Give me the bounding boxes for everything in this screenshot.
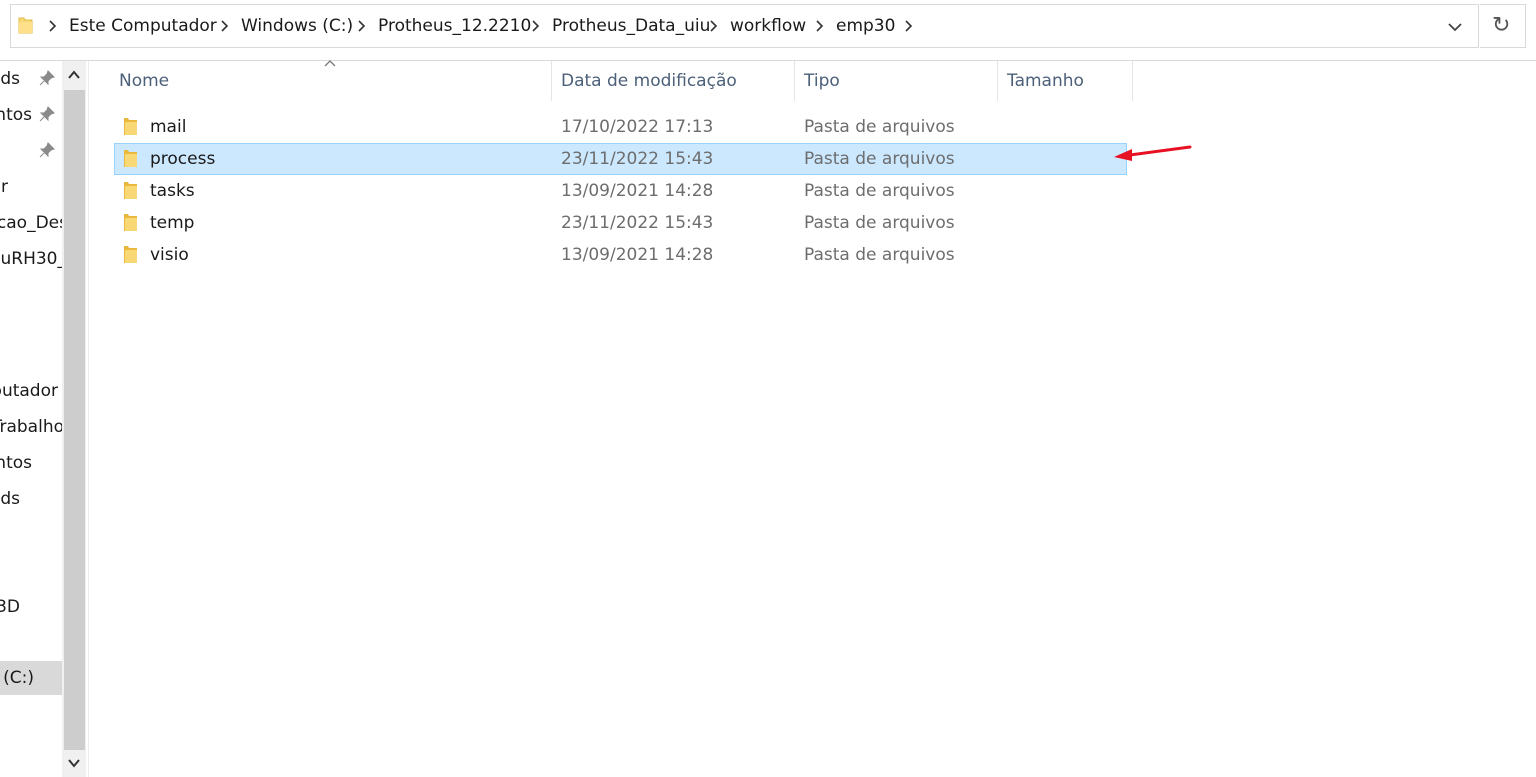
nav-item-label: er [0, 177, 8, 197]
folder-icon [18, 17, 33, 34]
refresh-icon: ↻ [1492, 13, 1511, 38]
breadcrumb-item[interactable]: Este Computador [69, 15, 217, 37]
refresh-button[interactable]: ↻ [1480, 4, 1526, 48]
folder-icon [124, 118, 137, 135]
chevron-right-icon[interactable] [219, 20, 229, 32]
file-row[interactable]: visio 13/09/2021 14:28 Pasta de arquivos [114, 239, 1127, 271]
pane-divider[interactable] [88, 61, 89, 777]
file-row[interactable]: tasks 13/09/2021 14:28 Pasta de arquivos [114, 175, 1127, 207]
chevron-right-icon[interactable] [814, 20, 824, 32]
breadcrumb-item[interactable]: workflow [730, 15, 806, 37]
column-separator[interactable] [1132, 61, 1133, 101]
file-modified: 23/11/2022 15:43 [561, 149, 714, 169]
scroll-down-icon[interactable] [62, 750, 86, 776]
column-header-type[interactable]: Tipo [804, 70, 840, 92]
nav-item[interactable]: cao_Des [0, 208, 62, 238]
file-name: process [150, 149, 216, 169]
breadcrumb-item[interactable]: Protheus_Data_uiu [552, 15, 710, 37]
nav-item-label: s (C:) [0, 668, 34, 688]
file-name: temp [150, 213, 195, 233]
pin-icon[interactable] [39, 70, 55, 86]
file-modified: 17/10/2022 17:13 [561, 117, 714, 137]
column-separator[interactable] [997, 61, 998, 101]
nav-item[interactable]: putador [0, 376, 62, 406]
column-header-name[interactable]: Nome [119, 70, 169, 92]
file-type: Pasta de arquivos [804, 245, 955, 265]
pin-icon[interactable] [39, 106, 55, 122]
column-separator[interactable] [551, 61, 552, 101]
file-modified: 13/09/2021 14:28 [561, 181, 714, 201]
folder-icon [124, 214, 137, 231]
nav-item-label: ntos [0, 453, 32, 473]
breadcrumb-item[interactable]: Protheus_12.2210 [378, 15, 531, 37]
nav-item-label: ntos [0, 105, 32, 125]
column-separator[interactable] [794, 61, 795, 101]
nav-item-label: 3D [0, 597, 20, 617]
nav-item-label: cao_Des [0, 213, 62, 233]
nav-item[interactable]: 3D [0, 592, 62, 622]
file-modified: 23/11/2022 15:43 [561, 213, 714, 233]
annotation-arrow-icon [1114, 145, 1192, 161]
nav-item[interactable]: er [0, 172, 62, 202]
breadcrumb-item[interactable]: Windows (C:) [241, 15, 353, 37]
chevron-right-icon[interactable] [530, 20, 540, 32]
file-name: mail [150, 117, 187, 137]
nav-item-label: Trabalho [0, 417, 62, 437]
file-type: Pasta de arquivos [804, 213, 955, 233]
nav-item-label: ds [0, 489, 20, 509]
column-header-size[interactable]: Tamanho [1007, 70, 1084, 92]
chevron-right-icon[interactable] [356, 20, 366, 32]
file-name: tasks [150, 181, 195, 201]
folder-icon [124, 150, 137, 167]
column-header-modified[interactable]: Data de modificação [561, 70, 737, 92]
nav-item[interactable]: ds [0, 484, 62, 514]
chevron-right-icon[interactable] [47, 20, 57, 32]
nav-item[interactable]: uRH30_ [0, 244, 62, 274]
nav-item-label: uRH30_ [0, 249, 62, 269]
file-row-selected[interactable]: process 23/11/2022 15:43 Pasta de arquiv… [114, 143, 1127, 175]
file-type: Pasta de arquivos [804, 117, 955, 137]
nav-item[interactable]: Trabalho [0, 412, 62, 442]
nav-item-selected[interactable]: s (C:) [0, 661, 62, 695]
address-bar-strip: Este Computador Windows (C:) Protheus_12… [0, 0, 1536, 61]
chevron-right-icon[interactable] [708, 20, 718, 32]
scrollbar-thumb[interactable] [64, 90, 85, 750]
scroll-up-icon[interactable] [62, 62, 86, 88]
sort-ascending-icon [324, 60, 336, 67]
chevron-right-icon[interactable] [903, 20, 913, 32]
file-modified: 13/09/2021 14:28 [561, 245, 714, 265]
folder-icon [124, 182, 137, 199]
nav-item-label: putador [0, 381, 58, 401]
folder-icon [124, 246, 137, 263]
nav-item[interactable]: ntos [0, 448, 62, 478]
nav-item-label: ds [0, 69, 20, 89]
chevron-down-icon[interactable] [1440, 14, 1470, 40]
breadcrumb-item-current[interactable]: emp30 [836, 15, 895, 37]
navigation-pane: ds ntos er cao_Des uRH30_ putador Trabal… [0, 61, 62, 777]
file-name: visio [150, 245, 189, 265]
file-row[interactable]: temp 23/11/2022 15:43 Pasta de arquivos [114, 207, 1127, 239]
file-row[interactable]: mail 17/10/2022 17:13 Pasta de arquivos [114, 111, 1127, 143]
file-type: Pasta de arquivos [804, 181, 955, 201]
file-type: Pasta de arquivos [804, 149, 955, 169]
pin-icon[interactable] [39, 142, 55, 158]
